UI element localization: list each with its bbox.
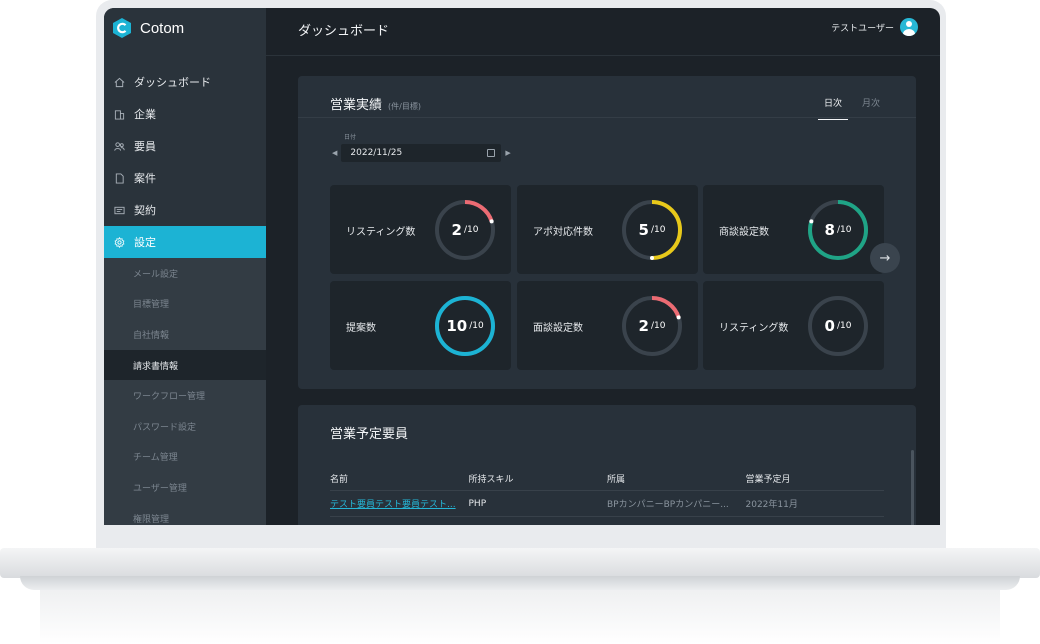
stat-value: 5 xyxy=(638,221,649,239)
stat-value: 10 xyxy=(446,317,468,335)
laptop-base-lip xyxy=(20,576,1020,590)
laptop-reflection xyxy=(40,590,1000,644)
stat-value: 2 xyxy=(451,221,462,239)
users-icon xyxy=(114,141,125,151)
app-name: Cotom xyxy=(140,19,185,37)
submenu-item-invoice-info[interactable]: 請求書情報 xyxy=(104,349,266,381)
submenu-item-permissions[interactable]: 権限管理 xyxy=(104,503,266,525)
scrollbar[interactable] xyxy=(911,450,914,525)
stat-target: /10 xyxy=(469,321,484,331)
user-name: テストユーザー xyxy=(831,23,894,34)
document-icon xyxy=(115,172,124,184)
sidebar: Cotom ダッシュボード 企業 要員 案件 契約 設定 メール設定 目標管理 … xyxy=(104,8,266,525)
stat-value: 0 xyxy=(824,317,835,335)
sales-results-heading: 営業実績 (件/目標) xyxy=(330,94,421,113)
stat-label: リスティング数 xyxy=(346,227,416,238)
sidebar-item-label: ダッシュボード xyxy=(134,76,211,89)
sidebar-item-staff[interactable]: 要員 xyxy=(104,130,266,162)
sidebar-item-settings[interactable]: 設定 xyxy=(104,226,266,258)
staff-name-link[interactable]: テスト要員テスト要員テスト... xyxy=(330,497,469,510)
column-header: 所属 xyxy=(607,475,626,485)
stat-card-listings-2: リスティング数 0 /10 xyxy=(703,281,884,370)
sidebar-item-contracts[interactable]: 契約 xyxy=(104,194,266,226)
stat-card-proposals: 提案数 10 /10 xyxy=(330,281,511,370)
stat-card-listings: リスティング数 2 /10 xyxy=(330,185,511,274)
stat-target: /10 xyxy=(650,225,666,235)
table-header: 名前 所持スキル 所属 営業予定月 xyxy=(330,467,884,491)
stat-card-negotiations: 商談設定数 8 /10 xyxy=(703,185,884,274)
logo[interactable]: Cotom xyxy=(112,18,184,38)
gear-icon xyxy=(114,236,125,248)
arrow-right-icon: → xyxy=(879,250,891,266)
stat-label: 提案数 xyxy=(346,323,376,334)
submenu-item-password[interactable]: パスワード設定 xyxy=(104,411,266,442)
date-picker: ◀ 2022/11/25 ▶ xyxy=(332,144,511,162)
home-icon xyxy=(114,77,125,87)
affiliation-cell: BPカンパニーBPカンパニー... xyxy=(607,500,729,510)
submenu-item-company-info[interactable]: 自社情報 xyxy=(104,319,266,350)
stat-card-appointments: アポ対応件数 5 /10 xyxy=(517,185,698,274)
building-icon xyxy=(114,109,125,120)
column-header: 営業予定月 xyxy=(745,475,791,485)
user-menu[interactable]: テストユーザー xyxy=(831,18,918,36)
avatar xyxy=(900,18,918,36)
submenu-item-team[interactable]: チーム管理 xyxy=(104,442,266,473)
stat-target: /10 xyxy=(836,321,852,331)
submenu-item-mail-settings[interactable]: メール設定 xyxy=(104,258,266,289)
stat-label: リスティング数 xyxy=(719,323,789,334)
sidebar-item-dashboard[interactable]: ダッシュボード xyxy=(104,66,266,98)
staff-table: 名前 所持スキル 所属 営業予定月 テスト要員テスト要員テスト... PHP B… xyxy=(330,467,884,517)
page-title: ダッシュボード xyxy=(298,24,390,39)
stat-label: 面談設定数 xyxy=(533,323,583,334)
sales-results-title: 営業実績 xyxy=(330,98,383,113)
sidebar-item-label: 設定 xyxy=(134,236,156,249)
sidebar-item-label: 契約 xyxy=(134,204,156,217)
date-label: 日付 xyxy=(344,134,357,141)
column-header: 名前 xyxy=(330,475,349,485)
next-date-icon[interactable]: ▶ xyxy=(505,149,510,157)
column-header: 所持スキル xyxy=(468,475,514,485)
settings-submenu: メール設定 目標管理 自社情報 請求書情報 ワークフロー管理 パスワード設定 チ… xyxy=(104,258,266,525)
scheduled-staff-title: 営業予定要員 xyxy=(330,427,409,442)
calendar-icon xyxy=(487,149,496,157)
cotom-logo-icon xyxy=(113,18,131,38)
table-row: テスト要員テスト要員テスト... PHP BPカンパニーBPカンパニー... 2… xyxy=(330,491,884,517)
laptop-base xyxy=(0,548,1040,578)
skill-cell: PHP xyxy=(468,498,487,509)
month-cell: 2022年11月 xyxy=(745,500,798,510)
submenu-item-users[interactable]: ユーザー管理 xyxy=(104,472,266,503)
sales-results-card: 営業実績 (件/目標) 日次 月次 日付 ◀ 2022/11/25 ▶ リスティ… xyxy=(298,76,916,389)
stat-target: /10 xyxy=(650,321,666,331)
divider xyxy=(298,117,916,118)
stat-label: 商談設定数 xyxy=(719,227,769,238)
sidebar-item-label: 案件 xyxy=(134,172,156,185)
stat-label: アポ対応件数 xyxy=(533,227,593,238)
sidebar-item-projects[interactable]: 案件 xyxy=(104,162,266,194)
stat-target: /10 xyxy=(836,225,852,235)
contract-icon xyxy=(114,206,125,214)
next-arrow-button[interactable]: → xyxy=(870,243,900,273)
sales-results-subtitle: (件/目標) xyxy=(388,102,421,111)
sidebar-item-companies[interactable]: 企業 xyxy=(104,98,266,130)
date-input[interactable]: 2022/11/25 xyxy=(341,144,502,162)
stat-value: 2 xyxy=(638,317,649,335)
scheduled-staff-card: 営業予定要員 名前 所持スキル 所属 営業予定月 テスト要員テスト要員テスト..… xyxy=(298,405,916,525)
app-screen: Cotom ダッシュボード 企業 要員 案件 契約 設定 メール設定 目標管理 … xyxy=(104,8,940,525)
submenu-item-goal-management[interactable]: 目標管理 xyxy=(104,289,266,320)
date-value: 2022/11/25 xyxy=(350,148,403,158)
stat-card-interviews: 面談設定数 2 /10 xyxy=(517,281,698,370)
stat-target: /10 xyxy=(463,225,479,235)
prev-date-icon[interactable]: ◀ xyxy=(332,149,337,157)
submenu-item-workflow[interactable]: ワークフロー管理 xyxy=(104,380,266,411)
sidebar-item-label: 企業 xyxy=(134,108,156,121)
stat-value: 8 xyxy=(824,221,835,239)
sidebar-item-label: 要員 xyxy=(134,140,156,153)
sidebar-nav: ダッシュボード 企業 要員 案件 契約 設定 メール設定 目標管理 自社情報 請… xyxy=(104,66,266,525)
topbar: ダッシュボード テストユーザー xyxy=(266,8,940,56)
